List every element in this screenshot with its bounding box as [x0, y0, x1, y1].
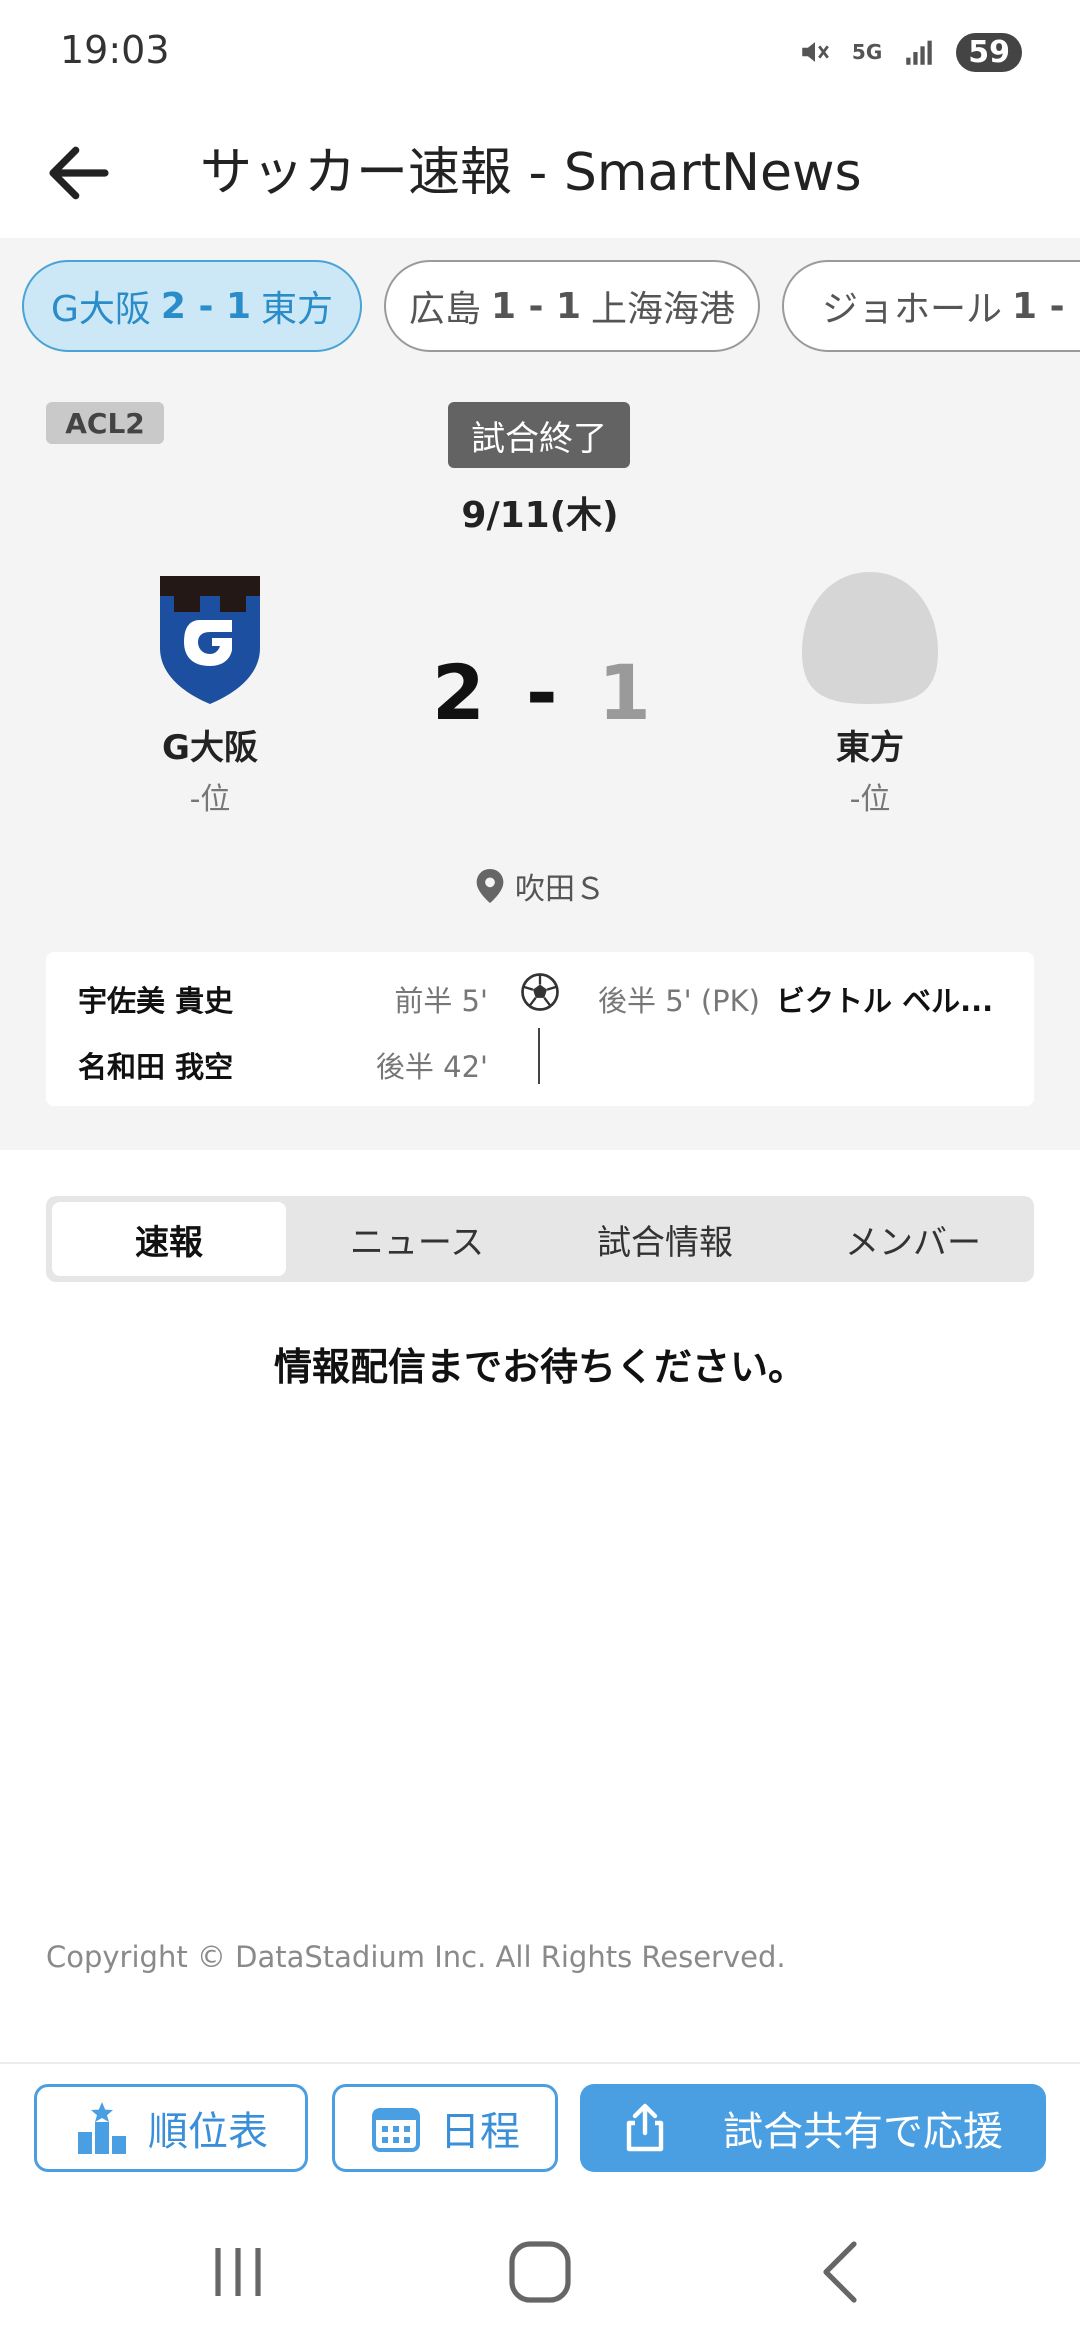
recent-apps-icon[interactable] — [198, 2232, 278, 2312]
system-navigation-bar — [0, 2192, 1080, 2340]
tab-members[interactable]: メンバー — [796, 1202, 1030, 1276]
match-chip[interactable]: G大阪 2 - 1 東方 — [22, 260, 362, 352]
chip-away: 上海海港 — [591, 289, 736, 330]
match-chip[interactable]: 広島 1 - 1 上海海港 — [384, 260, 760, 352]
location-pin-icon — [476, 869, 504, 903]
home-team-rank: -位 — [189, 782, 231, 817]
away-goal-time: 後半 5' (PK) — [598, 984, 760, 1018]
chip-home: ジョホール — [822, 289, 1003, 330]
away-score: 1 — [598, 648, 651, 737]
chip-home: 広島 — [408, 289, 481, 330]
venue-name: 吹田Ｓ — [515, 872, 605, 907]
away-team-logo-placeholder[interactable] — [802, 572, 938, 708]
chip-home: G大阪 — [50, 289, 151, 330]
chip-score: 1 - 1 — [1012, 285, 1080, 327]
bottom-action-bar: 順位表 日程 試合共有で応援 — [0, 2062, 1080, 2194]
tab-news[interactable]: ニュース — [300, 1202, 534, 1276]
home-goal-time: 前半 5' — [394, 984, 488, 1018]
match-chip[interactable]: ジョホール 1 - 1 — [782, 260, 1080, 352]
ranking-icon — [78, 2102, 126, 2154]
app-bar: サッカー速報 - SmartNews — [0, 100, 1080, 240]
goal-scorers-box: 宇佐美 貴史 前半 5' 後半 5' (PK) ビクトル ベル... 名和田 我… — [46, 952, 1034, 1106]
share-icon — [626, 2103, 664, 2152]
status-time: 19:03 — [60, 28, 170, 72]
copyright-text: Copyright © DataStadium Inc. All Rights … — [46, 1940, 786, 1974]
status-bar: 19:03 5G 59 — [0, 0, 1080, 100]
schedule-button[interactable]: 日程 — [332, 2084, 558, 2172]
back-button[interactable] — [40, 134, 118, 212]
match-tabs: 速報 ニュース 試合情報 メンバー — [46, 1196, 1034, 1282]
away-goal-player: ビクトル ベル... — [776, 984, 994, 1018]
home-icon[interactable] — [500, 2232, 580, 2312]
chip-score: 1 - 1 — [490, 285, 582, 327]
network-label: 5G — [851, 40, 883, 64]
signal-icon — [906, 40, 932, 65]
waiting-message: 情報配信までお待ちください。 — [273, 1345, 806, 1389]
chip-score: 2 - 1 — [160, 285, 251, 327]
match-card: ACL2 試合終了 9/11(木) G大阪 -位 2 - 1 東方 -位 吹田Ｓ… — [0, 358, 1080, 1150]
tab-match-info[interactable]: 試合情報 — [548, 1202, 782, 1276]
page-title: サッカー速報 - SmartNews — [200, 143, 862, 203]
goal-timeline-divider — [538, 1028, 540, 1084]
match-date: 9/11(木) — [461, 495, 619, 536]
share-label: 試合共有で応援 — [723, 2109, 1003, 2155]
calendar-icon — [372, 2108, 420, 2152]
status-icons: 5G 59 — [798, 28, 1022, 76]
match-chip-strip: G大阪 2 - 1 東方 広島 1 - 1 上海海港 ジョホール 1 - 1 — [0, 238, 1080, 358]
battery-indicator: 59 — [956, 32, 1022, 72]
away-team-name[interactable]: 東方 — [740, 720, 1000, 769]
home-score: 2 — [432, 648, 485, 737]
chip-away: 東方 — [261, 289, 334, 330]
arrow-left-icon — [49, 146, 109, 200]
home-goal-player: 名和田 我空 — [78, 1050, 234, 1084]
tab-live[interactable]: 速報 — [52, 1202, 286, 1276]
score-separator: - — [526, 648, 558, 737]
home-team-logo[interactable] — [160, 576, 260, 704]
venue: 吹田Ｓ — [0, 864, 1080, 908]
match-status-badge: 試合終了 — [448, 402, 630, 468]
standings-label: 順位表 — [148, 2109, 268, 2155]
home-goal-player: 宇佐美 貴史 — [78, 984, 234, 1018]
home-team-name[interactable]: G大阪 — [80, 720, 340, 769]
share-match-button[interactable]: 試合共有で応援 — [580, 2084, 1046, 2172]
soccer-ball-icon — [521, 973, 559, 1011]
competition-badge: ACL2 — [46, 402, 164, 444]
standings-button[interactable]: 順位表 — [34, 2084, 308, 2172]
schedule-label: 日程 — [440, 2109, 520, 2155]
back-nav-icon[interactable] — [802, 2232, 882, 2312]
away-team-rank: -位 — [849, 782, 891, 817]
home-goal-time: 後半 42' — [375, 1050, 488, 1084]
mute-icon — [802, 42, 829, 62]
